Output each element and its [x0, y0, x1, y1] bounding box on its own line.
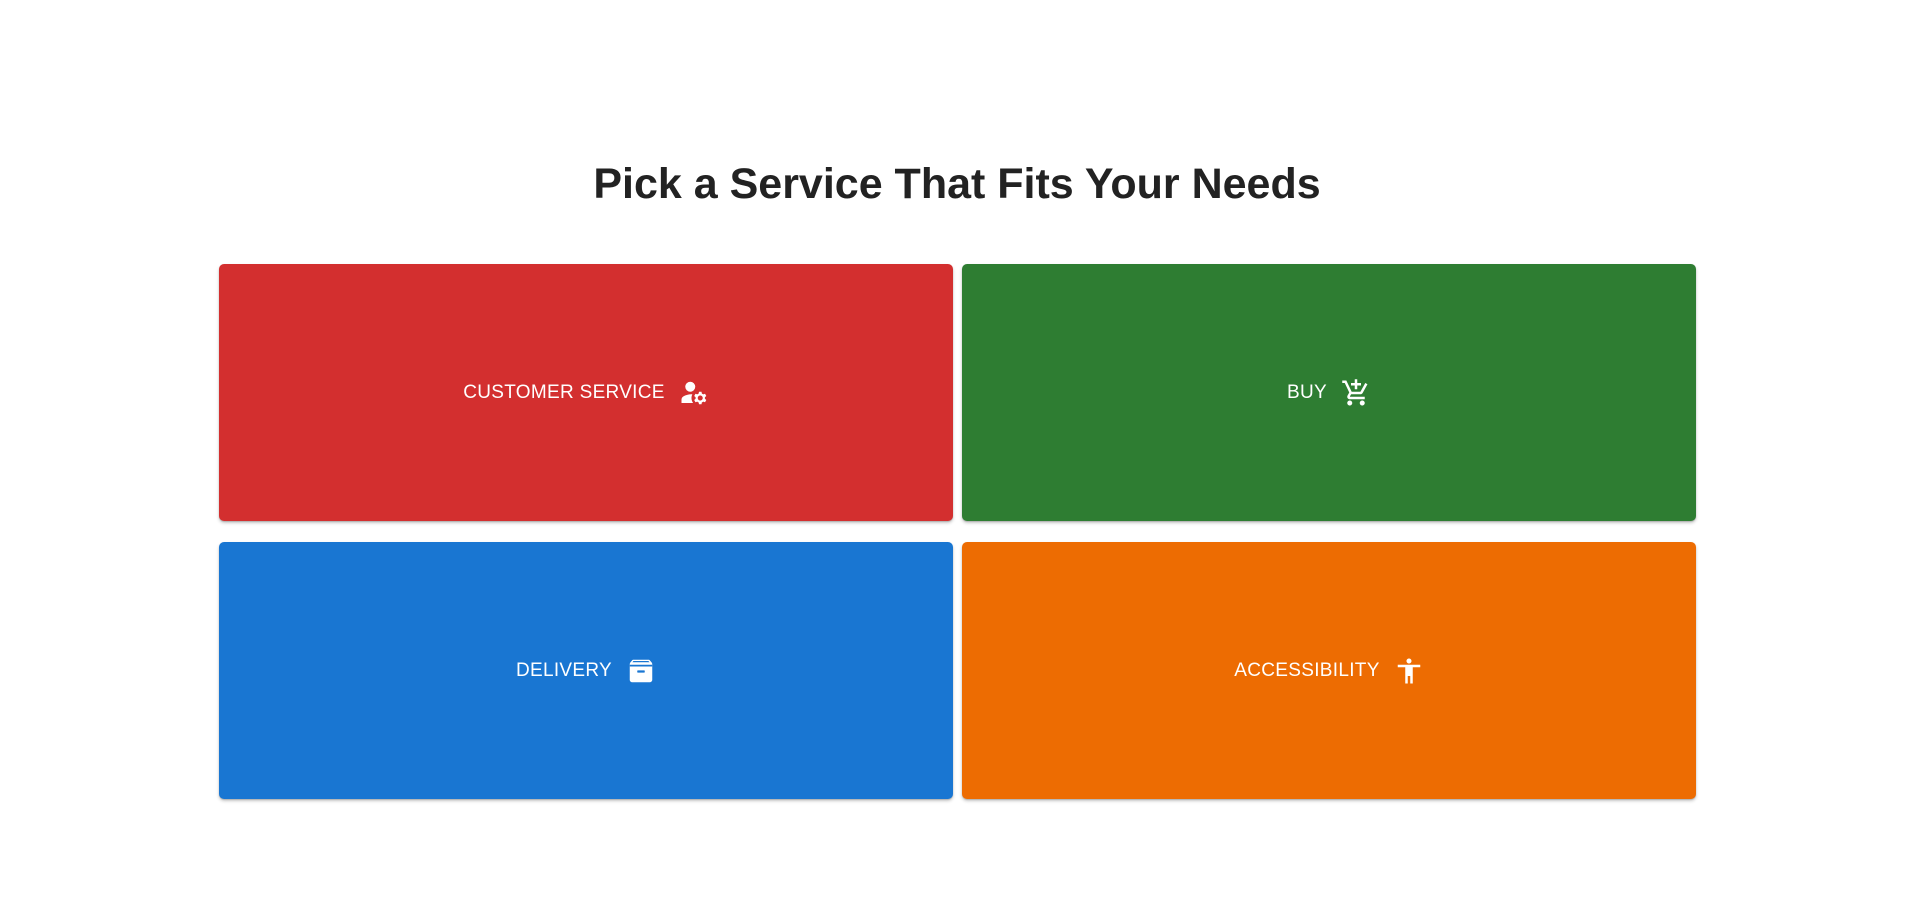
delivery-label: DELIVERY	[515, 659, 613, 681]
buy-label: BUY	[1287, 381, 1327, 403]
delivery-button[interactable]: DELIVERY	[219, 542, 953, 799]
service-grid: CUSTOMER SERVICE BUY DELIVERY ACCESSIBIL…	[219, 264, 1696, 799]
accessibility-label: ACCESSIBILITY	[1234, 659, 1380, 681]
person-gear-icon	[679, 378, 709, 408]
archive-box-icon	[626, 656, 656, 686]
accessibility-button[interactable]: ACCESSIBILITY	[962, 542, 1696, 799]
customer-service-button[interactable]: CUSTOMER SERVICE	[219, 264, 953, 521]
customer-service-label: CUSTOMER SERVICE	[463, 381, 665, 403]
page-title: Pick a Service That Fits Your Needs	[593, 160, 1321, 208]
add-shopping-cart-icon	[1341, 378, 1371, 408]
accessibility-icon	[1394, 656, 1424, 686]
buy-button[interactable]: BUY	[962, 264, 1696, 521]
